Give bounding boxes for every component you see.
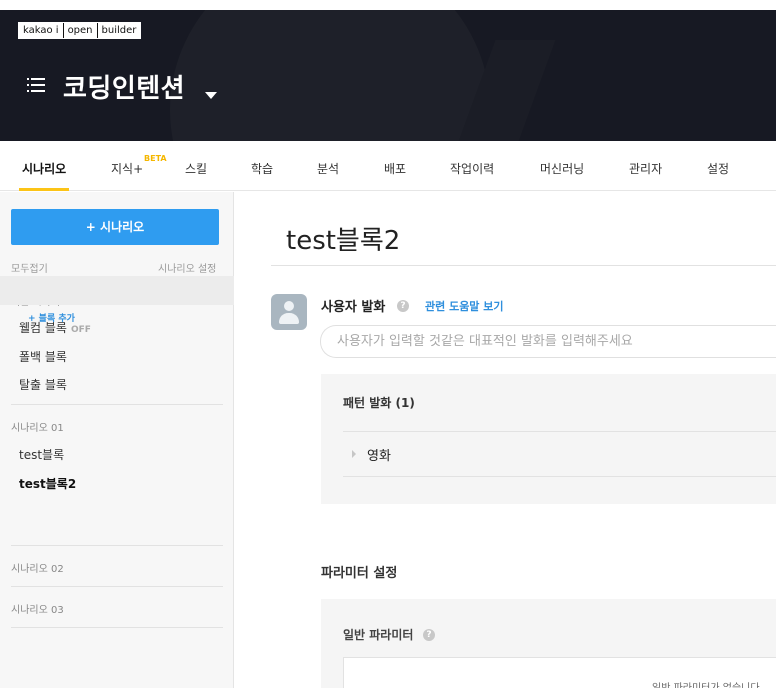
tab-scenario[interactable]: 시나리오 xyxy=(22,160,66,177)
tab-analytics[interactable]: 분석 xyxy=(317,160,339,177)
top-strip xyxy=(0,0,776,10)
tab-knowledge[interactable]: 지식+ xyxy=(111,160,143,177)
tab-skill[interactable]: 스킬 xyxy=(185,160,207,177)
logo-part-kakao: kakao i xyxy=(19,23,64,38)
main-tab-bar: 시나리오 지식+ 스킬 학습 분석 배포 작업이력 머신러닝 관리자 설정 xyxy=(0,141,776,191)
scenario-settings-button[interactable]: 시나리오 설정 xyxy=(158,260,216,275)
collapse-all-button[interactable]: 모두접기 xyxy=(11,260,48,275)
divider xyxy=(11,627,223,628)
divider xyxy=(343,476,776,477)
sidebar-item-test-block[interactable]: test블록 xyxy=(19,446,64,463)
general-parameter-title: 일반 파라미터 xyxy=(343,628,414,642)
empty-parameter-text: 일반 파라미터가 없습니다 xyxy=(652,679,760,688)
sidebar-item-exit-block[interactable]: 탈출 블록 xyxy=(19,376,67,393)
help-icon[interactable]: ? xyxy=(397,300,409,312)
menu-icon[interactable] xyxy=(27,78,45,92)
tab-deploy[interactable]: 배포 xyxy=(384,160,406,177)
user-avatar-icon xyxy=(271,294,307,330)
scenario-group-title-01[interactable]: 시나리오 01 xyxy=(11,419,64,434)
divider xyxy=(343,431,776,432)
utterance-input[interactable] xyxy=(320,325,776,358)
sidebar-item-fallback-block[interactable]: 폴백 블록 xyxy=(19,348,67,365)
tab-admin[interactable]: 관리자 xyxy=(629,160,662,177)
beta-badge: BETA xyxy=(144,154,167,163)
off-badge: OFF xyxy=(70,325,91,335)
kakao-open-builder-logo[interactable]: kakao i open builder xyxy=(18,22,142,39)
sidebar-item-test-block-2[interactable]: test블록2 xyxy=(19,475,76,492)
tab-machine-learning[interactable]: 머신러닝 xyxy=(540,160,584,177)
pattern-utterance-title: 패턴 발화 (1) xyxy=(343,396,415,410)
parameter-settings-title: 파라미터 설정 xyxy=(321,566,398,581)
chevron-right-icon[interactable] xyxy=(352,450,356,458)
active-tab-indicator xyxy=(19,188,69,191)
add-scenario-button[interactable]: + 시나리오 xyxy=(11,209,219,245)
scenario-group-title-03[interactable]: 시나리오 03 xyxy=(11,601,64,616)
logo-part-builder: builder xyxy=(101,25,137,36)
block-title[interactable]: test블록2 xyxy=(286,220,400,257)
pattern-utterance-item[interactable]: 영화 xyxy=(367,445,391,464)
divider xyxy=(271,265,776,266)
tab-history[interactable]: 작업이력 xyxy=(450,160,494,177)
chevron-down-icon[interactable] xyxy=(205,92,217,99)
selected-row-highlight xyxy=(0,276,234,305)
divider xyxy=(11,545,223,546)
logo-part-open: open xyxy=(64,23,98,38)
tab-training[interactable]: 학습 xyxy=(251,160,273,177)
add-block-button[interactable]: + 블록 추가 xyxy=(28,311,75,324)
help-icon[interactable]: ? xyxy=(423,629,435,641)
divider xyxy=(11,586,223,587)
header-decoration xyxy=(170,10,490,141)
bot-name-title[interactable]: 코딩인텐션 xyxy=(63,68,185,105)
help-link[interactable]: 관련 도움말 보기 xyxy=(425,298,504,314)
user-utterance-label: 사용자 발화 xyxy=(321,300,386,315)
divider xyxy=(11,404,223,405)
scenario-group-title-02[interactable]: 시나리오 02 xyxy=(11,560,64,575)
tab-settings[interactable]: 설정 xyxy=(707,160,729,177)
